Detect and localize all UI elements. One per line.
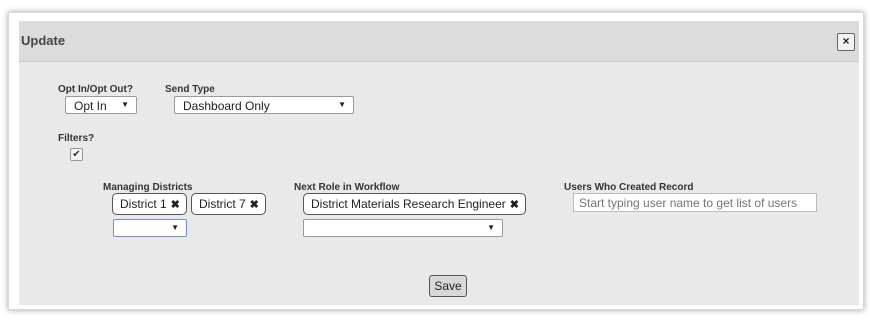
opt-in-out-select[interactable]: Opt In ▼ [65, 96, 137, 114]
send-type-select[interactable]: Dashboard Only ▼ [174, 96, 354, 114]
chip-label: District 7 [199, 197, 246, 211]
dialog-titlebar: Update × [19, 21, 859, 62]
chip-label: District Materials Research Engineer [311, 197, 506, 211]
managing-districts-select[interactable]: ▼ [113, 219, 187, 237]
chevron-down-icon: ▼ [487, 223, 495, 232]
send-type-value: Dashboard Only [183, 99, 270, 113]
filters-label: Filters? [58, 133, 95, 144]
managing-districts-label: Managing Districts [103, 182, 193, 193]
chip-label: District 1 [120, 197, 167, 211]
update-dialog: Update × Opt In/Opt Out? Opt In ▼ Send T… [8, 12, 864, 310]
chevron-down-icon: ▼ [171, 223, 179, 232]
district-chip[interactable]: District 1 ✖ [112, 193, 187, 215]
filters-checkbox[interactable]: ✔ [70, 148, 83, 161]
opt-in-out-label: Opt In/Opt Out? [58, 84, 133, 95]
remove-icon[interactable]: ✖ [171, 199, 180, 211]
users-created-input[interactable] [573, 193, 817, 212]
next-role-select[interactable]: ▼ [303, 219, 503, 237]
send-type-label: Send Type [165, 84, 215, 95]
dialog-title: Update [21, 33, 66, 48]
remove-icon[interactable]: ✖ [510, 199, 519, 211]
users-created-label: Users Who Created Record [564, 182, 694, 193]
chevron-down-icon: ▼ [338, 100, 346, 109]
close-button[interactable]: × [837, 33, 855, 51]
district-chip[interactable]: District 7 ✖ [191, 193, 266, 215]
next-role-label: Next Role in Workflow [294, 182, 400, 193]
opt-in-out-value: Opt In [74, 99, 107, 113]
role-chip[interactable]: District Materials Research Engineer ✖ [303, 193, 526, 215]
save-button[interactable]: Save [429, 275, 467, 297]
dialog-content: Opt In/Opt Out? Opt In ▼ Send Type Dashb… [19, 62, 859, 305]
remove-icon[interactable]: ✖ [250, 199, 259, 211]
chevron-down-icon: ▼ [121, 100, 129, 109]
